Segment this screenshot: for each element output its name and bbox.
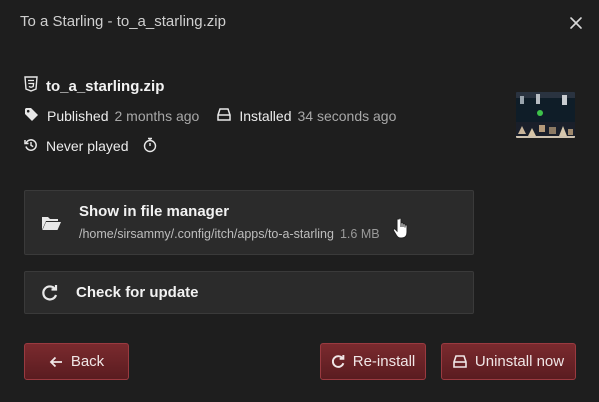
reinstall-label: Re-install xyxy=(352,353,416,370)
installed-label: Installed xyxy=(239,108,292,124)
install-path-text: /home/sirsammy/.config/itch/apps/to-a-st… xyxy=(79,227,334,241)
install-size: 1.6 MB xyxy=(339,227,380,241)
published-value: 2 months ago xyxy=(114,108,200,124)
game-thumbnail xyxy=(516,92,575,138)
close-icon[interactable] xyxy=(566,13,586,33)
reinstall-button[interactable]: Re-install xyxy=(320,343,426,380)
dialog-title: To a Starling - to_a_starling.zip xyxy=(20,13,226,30)
never-played-label: Never played xyxy=(46,138,129,154)
tag-icon xyxy=(24,107,39,125)
stopwatch-icon xyxy=(143,137,157,156)
published-label: Published xyxy=(47,108,109,124)
file-name: to_a_starling.zip xyxy=(46,77,165,95)
arrow-left-icon xyxy=(49,356,63,368)
install-details-dialog: To a Starling - to_a_starling.zip to_a_s… xyxy=(0,0,599,402)
check-for-update-label: Check for update xyxy=(76,284,199,301)
drive-icon xyxy=(453,355,467,368)
meta-line-played: Never played xyxy=(24,137,157,155)
file-line: to_a_starling.zip xyxy=(24,75,165,97)
hand-cursor-icon xyxy=(390,215,416,246)
installed-value: 34 seconds ago xyxy=(297,108,397,124)
installed-drive-icon xyxy=(217,108,232,124)
refresh-icon xyxy=(41,285,58,307)
dialog-titlebar: To a Starling - to_a_starling.zip xyxy=(0,0,599,46)
folder-open-icon xyxy=(41,215,62,236)
back-label: Back xyxy=(70,353,105,370)
install-path: /home/sirsammy/.config/itch/apps/to-a-st… xyxy=(79,227,380,241)
show-in-file-manager-title: Show in file manager xyxy=(79,203,230,220)
uninstall-button[interactable]: Uninstall now xyxy=(441,343,576,380)
refresh-icon xyxy=(331,354,345,369)
back-button[interactable]: Back xyxy=(24,343,129,380)
history-icon xyxy=(24,138,38,155)
meta-line-publish: Published 2 months ago Installed 34 seco… xyxy=(24,107,396,125)
check-for-update-button[interactable]: Check for update xyxy=(24,271,474,314)
html5-icon xyxy=(24,75,38,97)
uninstall-label: Uninstall now xyxy=(474,353,565,370)
